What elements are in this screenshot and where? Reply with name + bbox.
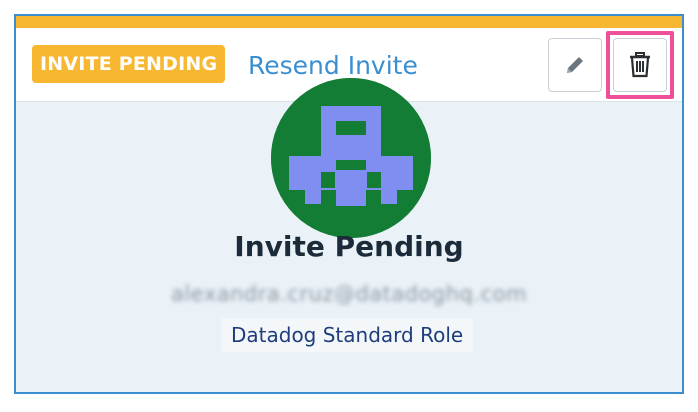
edit-button[interactable] xyxy=(548,38,602,92)
role-badge: Datadog Standard Role xyxy=(221,318,474,352)
avatar xyxy=(271,78,431,238)
user-email: alexandra.cruz@datadoghq.com xyxy=(171,282,527,306)
pencil-icon xyxy=(567,57,583,73)
identicon-image xyxy=(271,78,431,238)
resend-invite-link[interactable]: Resend Invite xyxy=(248,50,418,82)
invite-pending-badge: INVITE PENDING xyxy=(32,45,226,83)
user-display-name: Invite Pending xyxy=(234,230,464,263)
trash-icon xyxy=(630,52,650,78)
user-card: INVITE PENDING Resend Invite Invite Pend… xyxy=(14,14,684,394)
delete-button[interactable] xyxy=(613,38,667,92)
pending-status-stripe xyxy=(16,16,682,28)
